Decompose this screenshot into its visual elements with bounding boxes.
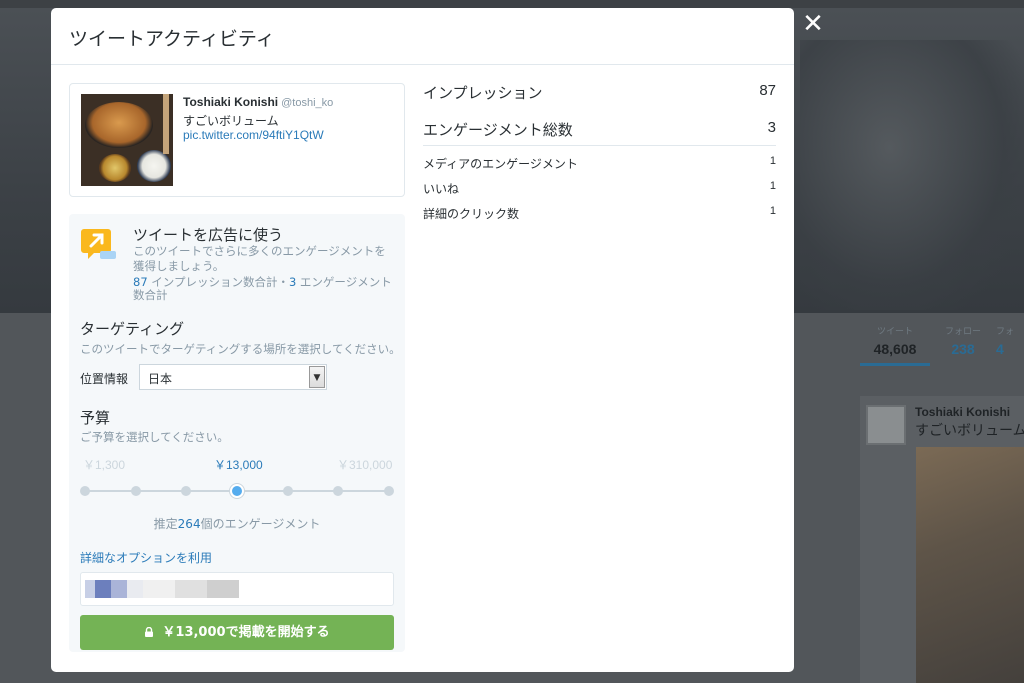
modal-title: ツイートアクティビティ [69, 28, 275, 50]
metric-label: いいね [423, 182, 460, 196]
metric-label: 詳細のクリック数 [423, 207, 520, 221]
tweet-author[interactable]: Toshiaki Konishi @toshi_ko [183, 95, 333, 109]
promote-description: このツイートでさらに多くのエンゲージメントを獲得しましょう。 [133, 244, 386, 273]
slider-stop[interactable] [130, 486, 141, 496]
promote-icon [81, 229, 116, 259]
metric-label: インプレッション [423, 84, 543, 102]
promote-stats: 87 インプレッション数合計・3 エンゲージメント数合計 [133, 276, 397, 302]
slider-thumb[interactable] [230, 484, 244, 498]
slider-stop[interactable] [384, 486, 394, 496]
start-campaign-label: ￥13,000で掲載を開始する [162, 625, 330, 640]
stat-followers[interactable]: フォ 4 [996, 318, 1024, 357]
redacted-pixel [95, 580, 111, 598]
background-tweet-text: すごいボリューム [915, 423, 1024, 439]
redacted-pixel [111, 580, 127, 598]
location-label: 位置情報 [80, 372, 129, 386]
impressions-count: 87 [133, 275, 148, 289]
photo-rice-bowl [137, 150, 171, 182]
stat-value: 238 [951, 341, 975, 357]
slider-stop[interactable] [282, 486, 293, 496]
tweet-card[interactable]: Toshiaki Konishi @toshi_ko すごいボリューム pic.t… [69, 83, 405, 197]
header-photo-detail [800, 40, 1024, 310]
stat-following[interactable]: フォロー 238 [928, 318, 998, 357]
background-tweet-author[interactable]: Toshiaki Konishi [915, 405, 1010, 419]
slider-stop[interactable] [80, 486, 90, 496]
metric-value: 1 [769, 180, 776, 192]
photo-chopsticks [163, 94, 169, 154]
stat-tweets[interactable]: ツイート 48,608 [860, 318, 930, 357]
budget-option-high[interactable]: ￥310,000 [337, 456, 392, 473]
targeting-title: ターゲティング [80, 320, 185, 338]
metric-value: 3 [767, 119, 776, 136]
redacted-pixel [207, 580, 239, 598]
slider-stop[interactable] [333, 486, 344, 496]
metric-value: 1 [769, 155, 776, 167]
estimate-value: 264 [177, 517, 201, 531]
chevron-down-icon[interactable]: ▼ [309, 366, 325, 388]
tweet-author-handle: @toshi_ko [281, 97, 334, 109]
tweet-photo[interactable] [81, 94, 173, 186]
promote-panel: ツイートを広告に使う このツイートでさらに多くのエンゲージメントを獲得しましょう… [69, 214, 405, 652]
metric-value: 87 [759, 82, 776, 99]
slider-stop[interactable] [181, 486, 192, 496]
background-top-bar [0, 0, 1024, 8]
engagement-estimate: 推定264個のエンゲージメント [69, 515, 405, 532]
avatar[interactable] [866, 405, 906, 445]
location-value: 日本 [148, 372, 173, 386]
stat-active-underline [860, 363, 930, 366]
tweet-activity-modal: ツイートアクティビティ Toshiaki Konishi @toshi_ko すご… [51, 8, 794, 672]
location-select[interactable]: 日本 ▼ [139, 364, 327, 390]
budget-option-selected[interactable]: ￥13,000 [214, 456, 263, 473]
advanced-options-link[interactable]: 詳細なオプションを利用 [80, 549, 212, 566]
stat-label: フォロー [944, 326, 981, 336]
divider [51, 64, 794, 65]
redacted-pixel [127, 580, 143, 598]
stat-value: 48,608 [873, 341, 917, 357]
metric-label: エンゲージメント総数 [423, 121, 573, 139]
tweet-media-link[interactable]: pic.twitter.com/94ftiY1QtW [183, 128, 324, 142]
estimate-suffix: 個のエンゲージメント [200, 517, 321, 531]
stat-label: フォ [996, 326, 1015, 336]
tweet-author-name: Toshiaki Konishi [183, 95, 279, 109]
metric-label: メディアのエンゲージメント [423, 157, 578, 171]
promote-title: ツイートを広告に使う [133, 226, 284, 244]
impressions-label: インプレッション数合計・ [147, 275, 289, 289]
redacted-pixel [175, 580, 207, 598]
budget-option-low[interactable]: ￥1,300 [83, 456, 125, 473]
photo-pot [85, 102, 153, 148]
tweet-text: すごいボリューム [183, 114, 279, 128]
budget-title: 予算 [80, 409, 111, 427]
metric-value: 1 [769, 205, 776, 217]
divider [423, 145, 776, 146]
estimate-prefix: 推定 [153, 517, 178, 531]
budget-description: ご予算を選択してください。 [80, 430, 229, 444]
targeting-description: このツイートでターゲティングする場所を選択してください。 [80, 342, 401, 356]
photo-bowl [99, 154, 131, 182]
stat-label: ツイート [876, 326, 913, 336]
close-icon[interactable]: ✕ [801, 10, 825, 38]
stat-value: 4 [996, 341, 1004, 357]
redacted-pixel [85, 580, 95, 598]
profile-stats: ツイート 48,608 フォロー 238 フォ 4 [860, 318, 1024, 378]
lock-icon [145, 627, 154, 637]
ad-account-field[interactable] [80, 572, 394, 606]
start-campaign-button[interactable]: ￥13,000で掲載を開始する [80, 615, 394, 650]
redacted-pixel [143, 580, 175, 598]
background-tweet-image[interactable] [916, 447, 1024, 683]
